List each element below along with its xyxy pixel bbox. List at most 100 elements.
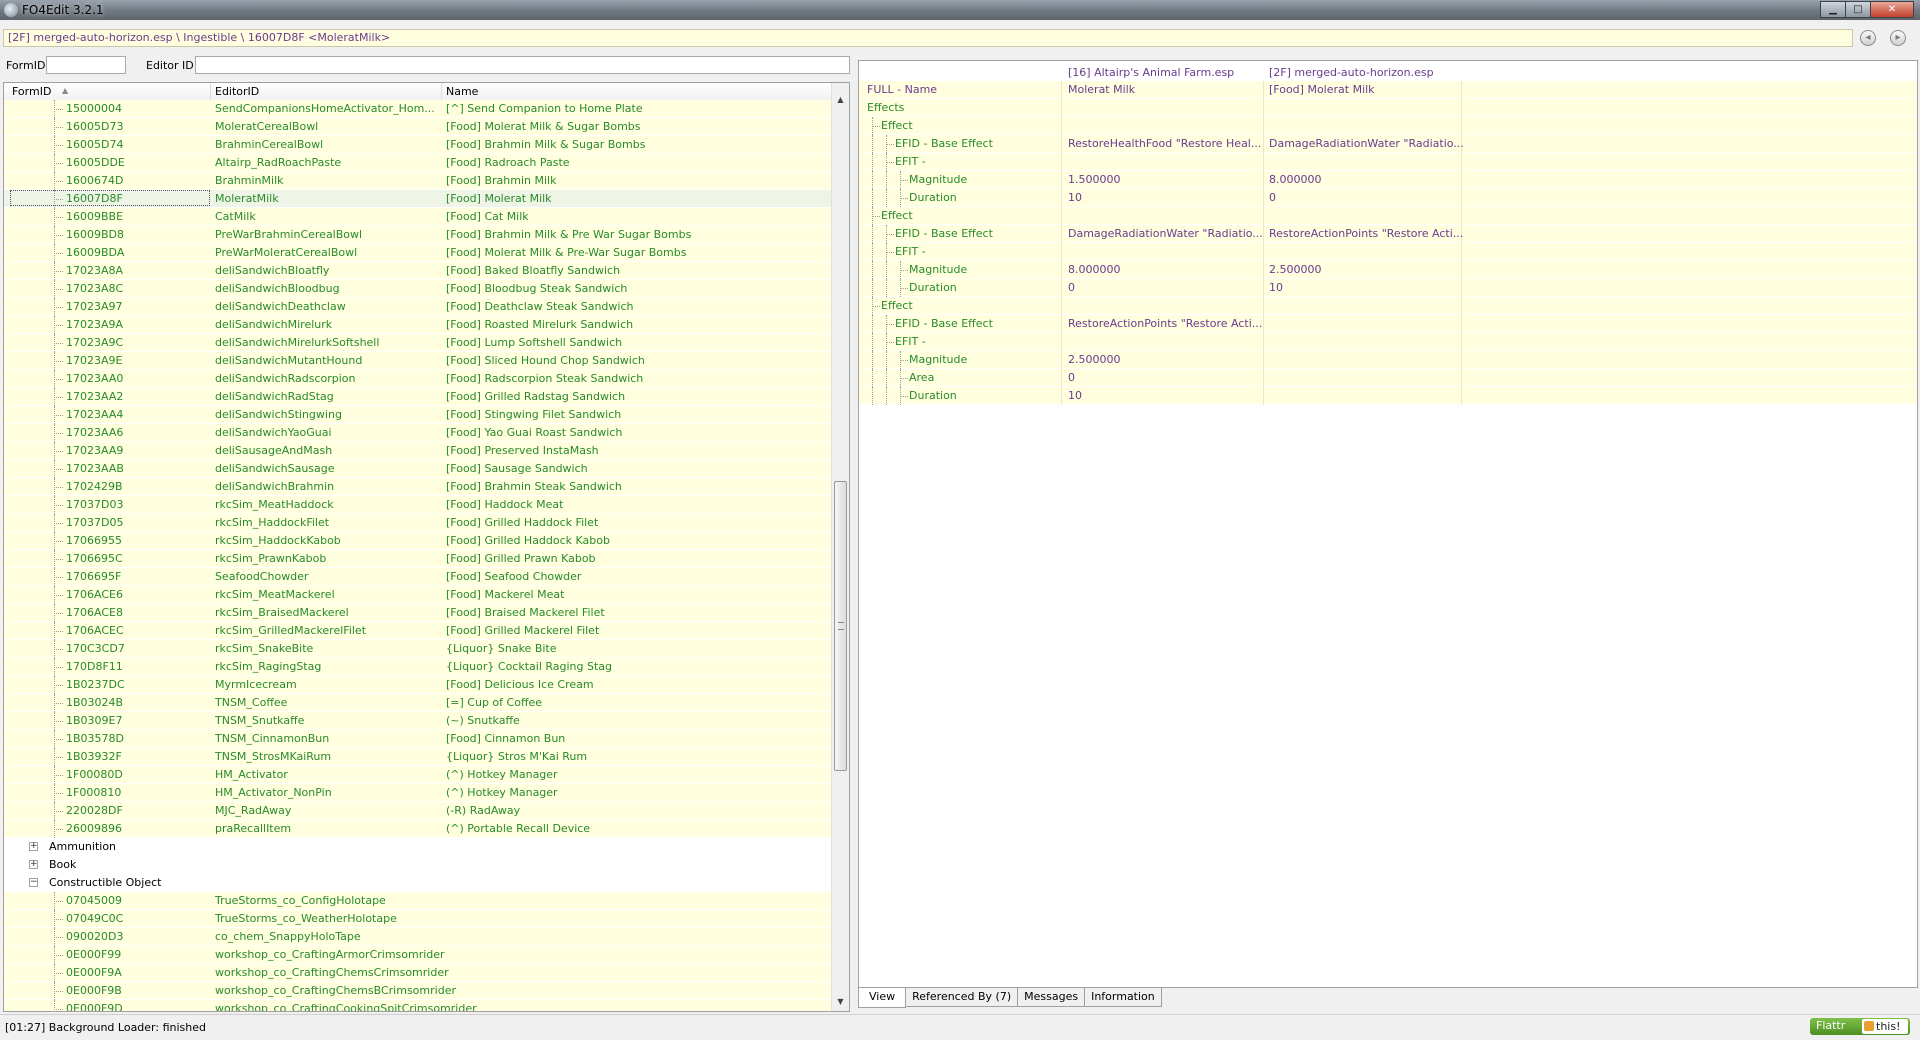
table-row[interactable]: 17023AA6 deliSandwichYaoGuai [Food] Yao Gu…: [4, 424, 834, 442]
table-row[interactable]: 0E000F99 workshop_co_CraftingArmorCrimsom…: [4, 946, 834, 964]
flattr-button[interactable]: Flattr this!: [1810, 1018, 1910, 1035]
table-row[interactable]: 17037D03 rkcSim_MeatHaddock [Food] Haddock…: [4, 496, 834, 514]
close-button[interactable]: ✕: [1870, 1, 1914, 18]
table-row[interactable]: 17023A8A deliSandwichBloatfly [Food] Baked…: [4, 262, 834, 280]
tab-information[interactable]: Information: [1084, 988, 1162, 1007]
table-row[interactable]: 1706695F SeafoodChowder [Food] Seafood Cho…: [4, 568, 834, 586]
table-row[interactable]: 0E000F9D workshop_co_CraftingCookingSpitC…: [4, 1000, 834, 1011]
table-row[interactable]: 1B0309E7 TNSM_Snutkaffe (~) Snutkaffe: [4, 712, 834, 730]
field-value-plugin-1[interactable]: RestoreHealthFood "Restore Heal...: [1068, 135, 1261, 153]
back-button[interactable]: ◂: [1860, 30, 1876, 46]
record-field-row[interactable]: EFIT -: [859, 153, 1917, 171]
field-value-plugin-2[interactable]: 2.500000: [1269, 261, 1322, 279]
scrollbar-thumb[interactable]: [834, 481, 847, 771]
table-row[interactable]: 1706ACEC rkcSim_GrilledMackerelFilet [Food…: [4, 622, 834, 640]
field-value-plugin-1[interactable]: 1.500000: [1068, 171, 1121, 189]
expand-icon[interactable]: +: [29, 842, 38, 851]
record-field-row[interactable]: Effect: [859, 117, 1917, 135]
tab-referenced-by[interactable]: Referenced By (7): [905, 988, 1019, 1007]
table-row[interactable]: 17066955 rkcSim_HaddockKabob [Food] Grille…: [4, 532, 834, 550]
record-field-row[interactable]: EFIT -: [859, 333, 1917, 351]
table-row[interactable]: 220028DF MJC_RadAway (-R) RadAway: [4, 802, 834, 820]
panel-splitter[interactable]: [850, 50, 855, 1012]
table-row[interactable]: 17023A8C deliSandwichBloodbug [Food] Blood…: [4, 280, 834, 298]
table-row[interactable]: 1706ACE8 rkcSim_BraisedMackerel [Food] Bra…: [4, 604, 834, 622]
table-row[interactable]: 17023A9A deliSandwichMirelurk [Food] Roast…: [4, 316, 834, 334]
table-row[interactable]: 16009BDA PreWarMoleratCerealBowl [Food] Mo…: [4, 244, 834, 262]
table-row[interactable]: 17023A9E deliSandwichMutantHound [Food] Sl…: [4, 352, 834, 370]
field-value-plugin-1[interactable]: 0: [1068, 279, 1075, 297]
table-row[interactable]: 1B03578D TNSM_CinnamonBun [Food] Cinnamon …: [4, 730, 834, 748]
field-value-plugin-1[interactable]: Molerat Milk: [1068, 81, 1135, 99]
field-value-plugin-1[interactable]: RestoreActionPoints "Restore Acti...: [1068, 315, 1262, 333]
table-row[interactable]: 17023AA2 deliSandwichRadStag [Food] Grille…: [4, 388, 834, 406]
field-value-plugin-1[interactable]: 10: [1068, 387, 1082, 405]
table-row[interactable]: 170D8F11 rkcSim_RagingStag {Liquor} Cockta…: [4, 658, 834, 676]
table-row[interactable]: 16009BBE CatMilk [Food] Cat Milk: [4, 208, 834, 226]
table-row[interactable]: 26009896 praRecallItem (^) Portable Recall…: [4, 820, 834, 838]
field-value-plugin-2[interactable]: 8.000000: [1269, 171, 1322, 189]
record-field-row[interactable]: EFID - Base Effect RestoreHealthFood "Res…: [859, 135, 1917, 153]
table-row[interactable]: 17023AA9 deliSausageAndMash [Food] Preserv…: [4, 442, 834, 460]
minimize-button[interactable]: ▁: [1820, 1, 1846, 18]
record-field-row[interactable]: Area 0: [859, 369, 1917, 387]
table-row[interactable]: 1B03024B TNSM_Coffee [=] Cup of Coffee: [4, 694, 834, 712]
table-row[interactable]: 16005D74 BrahminCerealBowl [Food] Brahmin …: [4, 136, 834, 154]
table-row[interactable]: 07049C0C TrueStorms_co_WeatherHolotape: [4, 910, 834, 928]
maximize-button[interactable]: □: [1845, 1, 1871, 18]
field-value-plugin-2[interactable]: 0: [1269, 189, 1276, 207]
record-field-row[interactable]: Effect: [859, 297, 1917, 315]
column-header-editorid[interactable]: EditorID: [215, 85, 259, 98]
table-row[interactable]: 090020D3 co_chem_SnappyHoloTape: [4, 928, 834, 946]
tree-vertical-scrollbar[interactable]: ▲ ▼: [831, 83, 849, 1011]
record-field-row[interactable]: Effect: [859, 207, 1917, 225]
record-field-row[interactable]: Duration 0 10: [859, 279, 1917, 297]
expand-icon[interactable]: +: [29, 860, 38, 869]
field-value-plugin-2[interactable]: [Food] Molerat Milk: [1269, 81, 1375, 99]
table-row[interactable]: 1B03932F TNSM_StrosMKaiRum {Liquor} Stros …: [4, 748, 834, 766]
tab-messages[interactable]: Messages: [1017, 988, 1086, 1007]
field-value-plugin-2[interactable]: DamageRadiationWater "Radiatio...: [1269, 135, 1464, 153]
record-field-row[interactable]: EFID - Base Effect DamageRadiationWater "…: [859, 225, 1917, 243]
field-value-plugin-1[interactable]: 0: [1068, 369, 1075, 387]
tree-category-row[interactable]: + Book: [4, 856, 834, 874]
table-row[interactable]: 16005D73 MoleratCerealBowl [Food] Molerat …: [4, 118, 834, 136]
scroll-up-arrow-icon[interactable]: ▲: [832, 91, 849, 108]
field-value-plugin-2[interactable]: 10: [1269, 279, 1283, 297]
table-row[interactable]: 0E000F9A workshop_co_CraftingChemsCrimsom…: [4, 964, 834, 982]
forward-button[interactable]: ▸: [1890, 30, 1906, 46]
field-value-plugin-1[interactable]: DamageRadiationWater "Radiatio...: [1068, 225, 1263, 243]
editorid-filter-input[interactable]: [195, 56, 850, 74]
record-field-row[interactable]: Duration 10: [859, 387, 1917, 405]
field-value-plugin-2[interactable]: RestoreActionPoints "Restore Acti...: [1269, 225, 1463, 243]
table-row[interactable]: 1F00080D HM_Activator (^) Hotkey Manager: [4, 766, 834, 784]
table-row[interactable]: 170C3CD7 rkcSim_SnakeBite {Liquor} Snake B…: [4, 640, 834, 658]
table-row[interactable]: 1706ACE6 rkcSim_MeatMackerel [Food] Macker…: [4, 586, 834, 604]
field-value-plugin-1[interactable]: 10: [1068, 189, 1082, 207]
field-value-plugin-1[interactable]: 8.000000: [1068, 261, 1121, 279]
table-row[interactable]: 17037D05 rkcSim_HaddockFilet [Food] Grille…: [4, 514, 834, 532]
table-row[interactable]: 0E000F9B workshop_co_CraftingChemsBCrimso…: [4, 982, 834, 1000]
record-path-field[interactable]: [2F] merged-auto-horizon.esp \ Ingestibl…: [3, 29, 1853, 47]
record-field-row[interactable]: FULL - Name Molerat Milk [Food] Molerat Mi…: [859, 81, 1917, 99]
table-row[interactable]: 1B0237DC MyrmIcecream [Food] Delicious Ice…: [4, 676, 834, 694]
table-row[interactable]: 1702429B deliSandwichBrahmin [Food] Brahmi…: [4, 478, 834, 496]
field-value-plugin-1[interactable]: 2.500000: [1068, 351, 1121, 369]
record-field-row[interactable]: Duration 10 0: [859, 189, 1917, 207]
collapse-icon[interactable]: −: [29, 878, 38, 887]
table-row[interactable]: 16005DDE Altairp_RadRoachPaste [Food] Radr…: [4, 154, 834, 172]
table-row[interactable]: 17023AA4 deliSandwichStingwing [Food] Stin…: [4, 406, 834, 424]
table-row[interactable]: 17023AAB deliSandwichSausage [Food] Sausag…: [4, 460, 834, 478]
scroll-down-arrow-icon[interactable]: ▼: [832, 993, 849, 1010]
formid-filter-input[interactable]: [46, 56, 126, 74]
column-separator[interactable]: [210, 83, 211, 100]
tab-view[interactable]: View: [858, 988, 907, 1008]
table-row[interactable]: 07045009 TrueStorms_co_ConfigHolotape: [4, 892, 834, 910]
record-field-row[interactable]: Magnitude 8.000000 2.500000: [859, 261, 1917, 279]
tree-category-row[interactable]: + Ammunition: [4, 838, 834, 856]
tree-category-row[interactable]: − Constructible Object: [4, 874, 834, 892]
table-row[interactable]: 1F000810 HM_Activator_NonPin (^) Hotkey Ma…: [4, 784, 834, 802]
record-field-row[interactable]: Magnitude 1.500000 8.000000: [859, 171, 1917, 189]
column-separator[interactable]: [441, 83, 442, 100]
table-row[interactable]: 17023AA0 deliSandwichRadscorpion [Food] Ra…: [4, 370, 834, 388]
